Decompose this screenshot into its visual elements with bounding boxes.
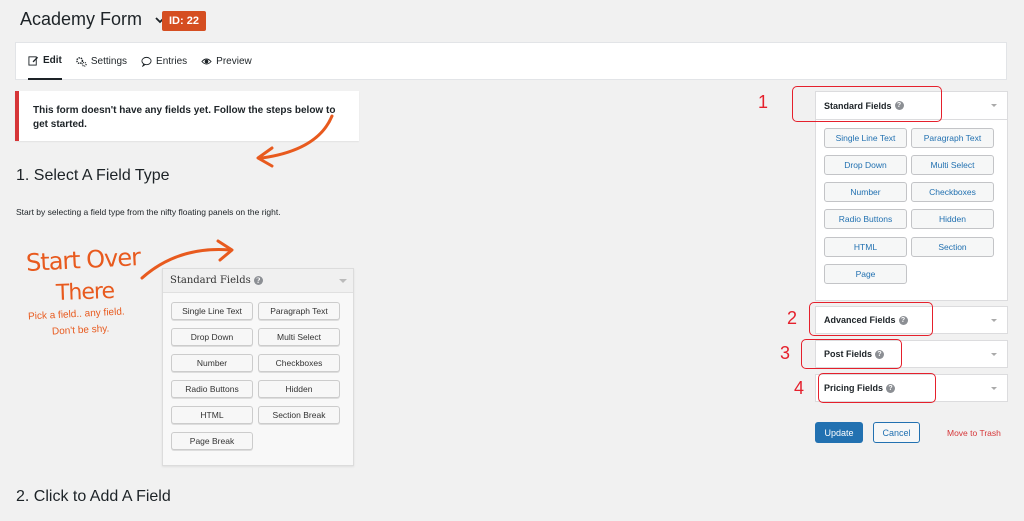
tab-settings-label: Settings xyxy=(90,55,128,67)
annotation-box-4 xyxy=(818,373,936,403)
speech-bubble-icon xyxy=(141,56,152,67)
help-icon: ? xyxy=(253,276,263,285)
cancel-button[interactable]: Cancel xyxy=(873,422,920,443)
illustration-field-button: Single Line Text xyxy=(171,302,253,320)
handwritten-line-4: Don't be shy. xyxy=(51,323,110,338)
tab-edit-label: Edit xyxy=(43,54,62,66)
field-button-section[interactable]: Section xyxy=(911,237,994,257)
caret-down-icon xyxy=(339,279,347,283)
illustration-field-button: Paragraph Text xyxy=(258,302,340,320)
tab-preview-label: Preview xyxy=(216,55,252,67)
illustration-field-button: Number xyxy=(171,354,253,372)
annotation-number-4: 4 xyxy=(794,378,805,398)
tab-preview[interactable]: Preview xyxy=(201,42,252,80)
field-button-hidden[interactable]: Hidden xyxy=(911,209,994,229)
illustration-field-button: Page Break xyxy=(171,432,253,450)
handwritten-line-1: Start Over xyxy=(25,243,141,277)
annotation-number-1: 1 xyxy=(758,92,769,112)
tab-entries[interactable]: Entries xyxy=(141,42,187,80)
annotation-box-2 xyxy=(809,302,933,336)
illustration-field-button: Checkboxes xyxy=(258,354,340,372)
illustration-fields-panel: Standard Fields ? Single Line Text Parag… xyxy=(162,268,354,466)
illustration-field-button: Hidden xyxy=(258,380,340,398)
field-button-drop-down[interactable]: Drop Down xyxy=(824,155,907,175)
caret-down-icon xyxy=(991,353,997,356)
field-button-radio-buttons[interactable]: Radio Buttons xyxy=(824,209,907,229)
step2-title: 2. Click to Add A Field xyxy=(16,488,171,505)
field-button-multi-select[interactable]: Multi Select xyxy=(911,155,994,175)
curved-arrow-icon xyxy=(256,114,334,168)
field-button-number[interactable]: Number xyxy=(824,182,907,202)
tab-settings[interactable]: Settings xyxy=(76,42,127,80)
field-button-html[interactable]: HTML xyxy=(824,237,907,257)
tab-edit[interactable]: Edit xyxy=(28,42,62,80)
annotation-number-2: 2 xyxy=(787,308,798,328)
step1-title: 1. Select A Field Type xyxy=(16,167,170,184)
illustration-panel-header: Standard Fields ? xyxy=(163,269,353,293)
handwritten-line-2: There xyxy=(55,278,115,307)
caret-down-icon xyxy=(991,104,997,107)
handwritten-line-3: Pick a field.. any field. xyxy=(27,306,125,323)
annotation-box-1 xyxy=(792,86,942,122)
illustration-panel-title: Standard Fields xyxy=(170,275,251,286)
annotation-box-3 xyxy=(801,339,902,369)
illustration-field-button: HTML xyxy=(171,406,253,424)
form-toolbar: Edit Settings Entries Preview xyxy=(15,42,1007,80)
field-button-checkboxes[interactable]: Checkboxes xyxy=(911,182,994,202)
illustration-field-button: Drop Down xyxy=(171,328,253,346)
caret-down-icon xyxy=(991,319,997,322)
standard-fields-panel: Standard Fields ? Single Line Text Parag… xyxy=(815,91,1008,301)
caret-down-icon xyxy=(991,387,997,390)
illustration-field-button: Section Break xyxy=(258,406,340,424)
update-button[interactable]: Update xyxy=(815,422,863,443)
eye-icon xyxy=(201,58,212,64)
form-id-badge: ID: 22 xyxy=(162,11,206,31)
field-button-page[interactable]: Page xyxy=(824,264,907,284)
form-title-dropdown[interactable]: Academy Form xyxy=(20,9,166,30)
illustration-field-button: Radio Buttons xyxy=(171,380,253,398)
tab-entries-label: Entries xyxy=(156,55,188,67)
field-button-paragraph-text[interactable]: Paragraph Text xyxy=(911,128,994,148)
move-to-trash-link[interactable]: Move to Trash xyxy=(947,428,1001,438)
form-title: Academy Form xyxy=(20,9,143,29)
illustration-field-button: Multi Select xyxy=(258,328,340,346)
step1-description: Start by selecting a field type from the… xyxy=(16,207,281,217)
pencil-icon xyxy=(28,55,39,66)
field-button-single-line-text[interactable]: Single Line Text xyxy=(824,128,907,148)
gears-icon xyxy=(76,56,87,67)
annotation-number-3: 3 xyxy=(780,343,791,363)
